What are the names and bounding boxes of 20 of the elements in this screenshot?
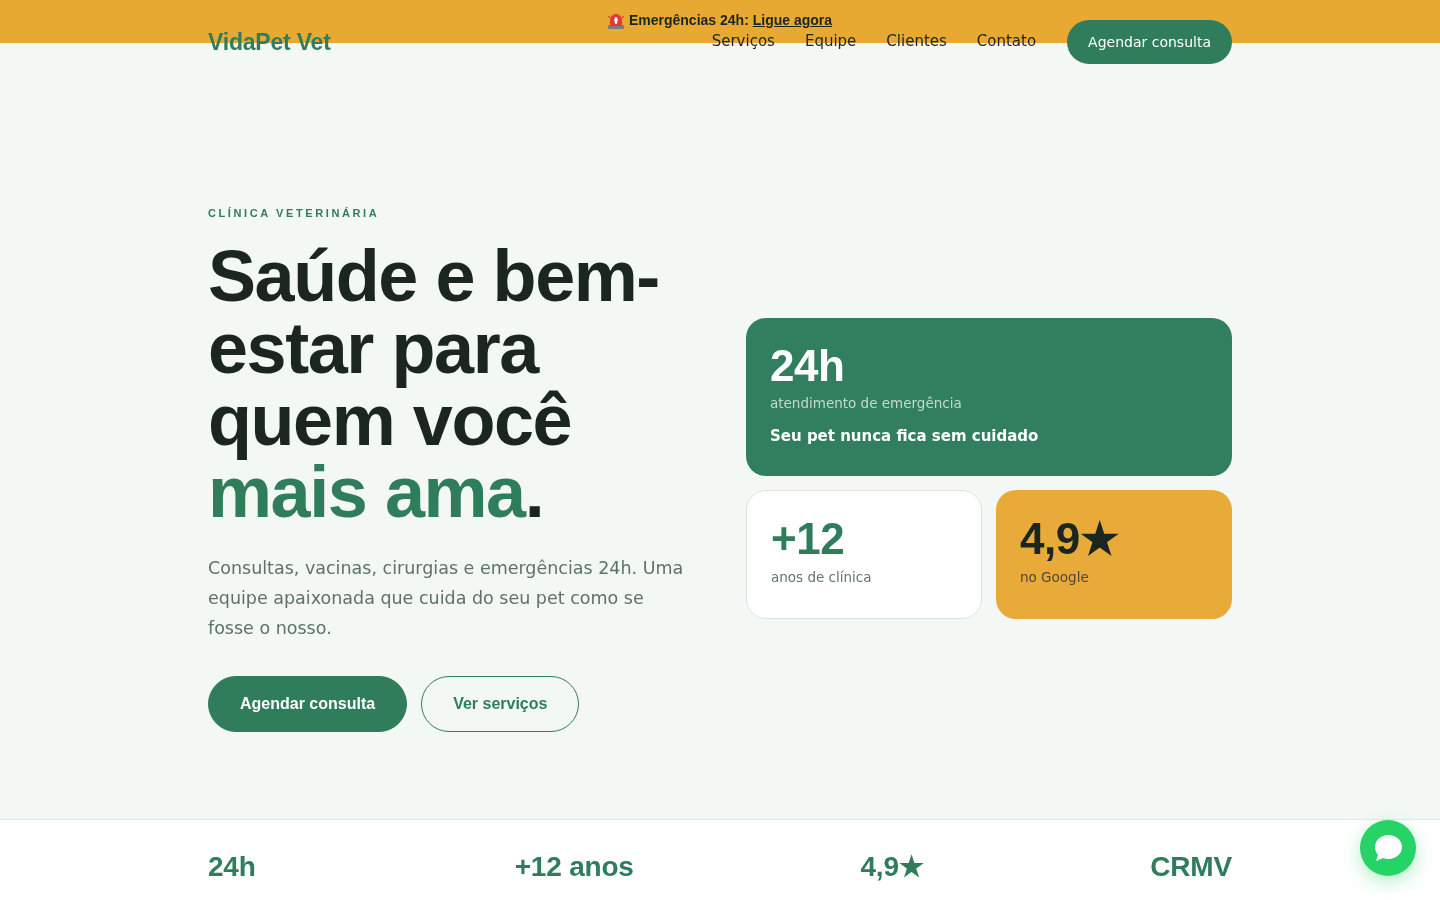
stat-note: Seu pet nunca fica sem cuidado [770, 427, 1040, 445]
stat-value: 24h [770, 342, 846, 390]
stat-label: anos de clínica [771, 569, 873, 585]
stat-value: 24h [208, 850, 257, 884]
stat-value: +12 [771, 515, 846, 563]
eyebrow-text: CLÍNICA VETERINÁRIA [208, 206, 381, 221]
stat-label: no Google [1020, 569, 1090, 585]
stat-value: 4,9★ [860, 850, 924, 884]
stat-value: CRMV [1150, 850, 1232, 884]
schedule-button[interactable]: Agendar consulta [208, 676, 408, 732]
siren-icon [607, 11, 624, 29]
stat-value: +12 anos [514, 850, 634, 884]
stat-value: 4,9★ [1020, 515, 1120, 563]
emergency-text: Emergências 24h: Ligue agora [628, 11, 833, 29]
hero-description: Consultas, vacinas, cirurgias e emergências 24h. Uma equipe apaixonada que cuida do seu pet como se fosse o nosso. [208, 557, 685, 640]
stat-label: atendimento de emergência [770, 395, 963, 411]
hero-heading: Saúde e bem-estar para quem você mais ama. [208, 240, 660, 528]
schedule-button[interactable]: Agendar consulta [1067, 20, 1232, 64]
chat-bubble-icon [1374, 835, 1402, 861]
call-link[interactable]: Ligue agora [752, 12, 833, 28]
